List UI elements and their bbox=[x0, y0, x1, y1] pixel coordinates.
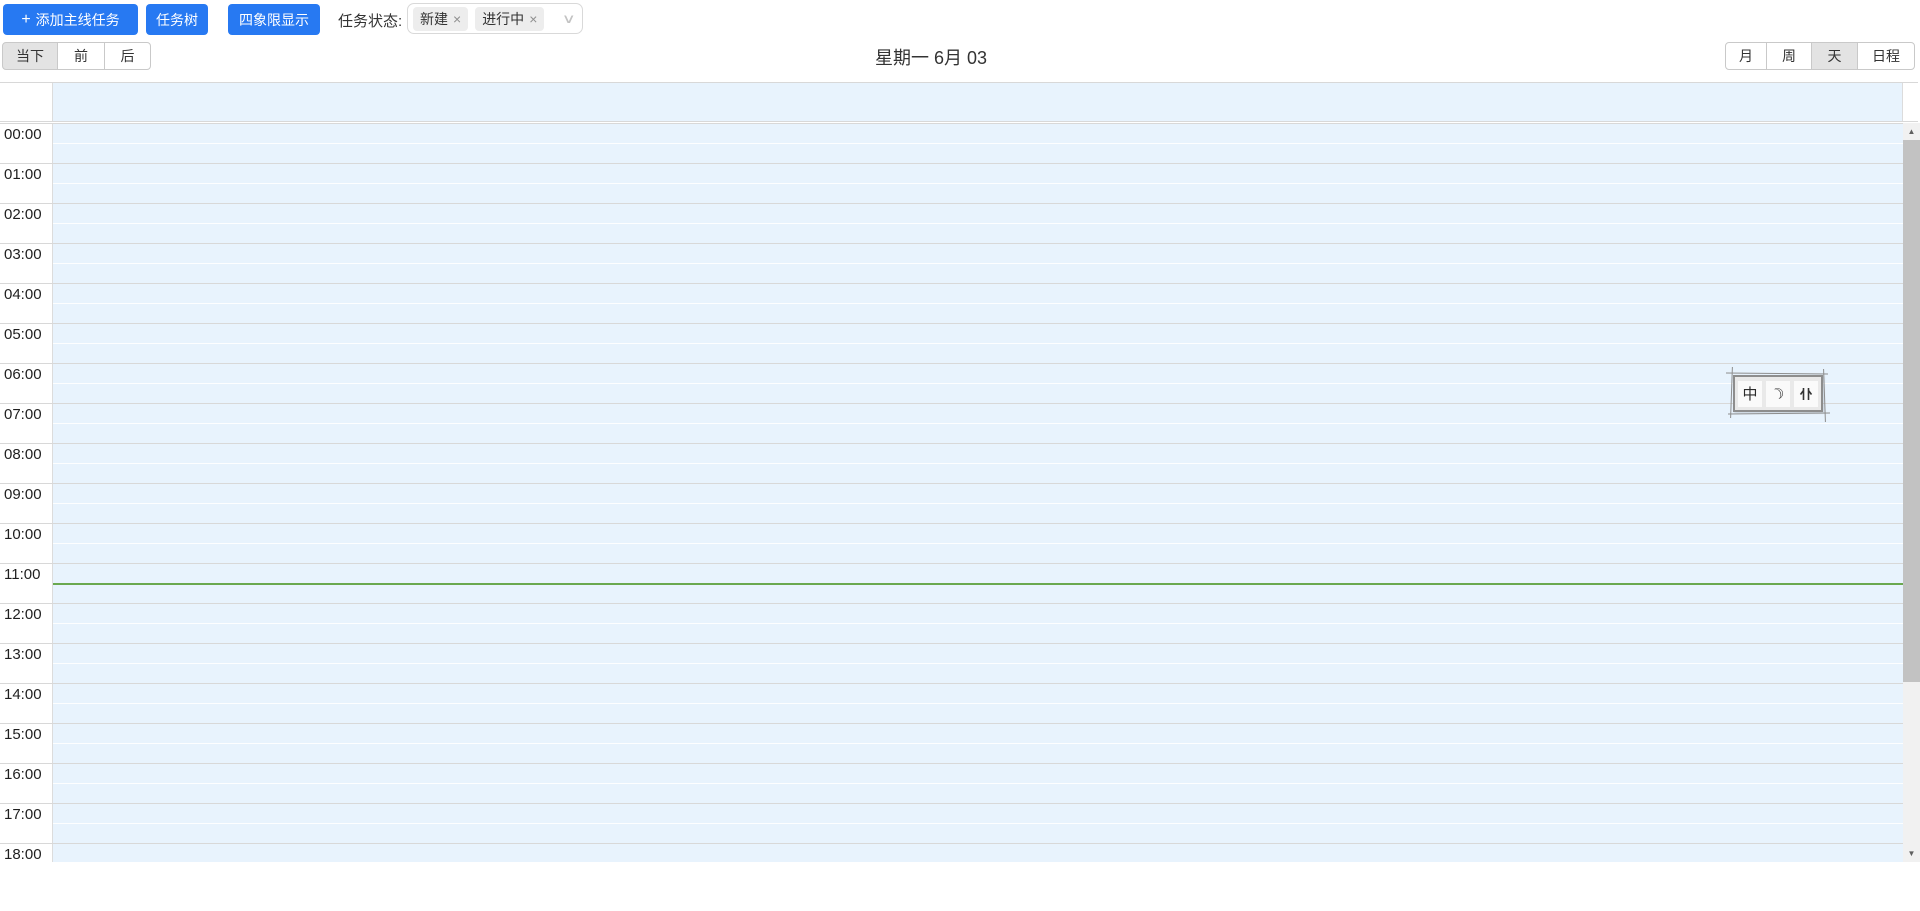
all-day-row bbox=[0, 82, 1918, 122]
time-slot-lane[interactable] bbox=[53, 364, 1903, 403]
time-slot-lane[interactable] bbox=[53, 164, 1903, 203]
vertical-scrollbar[interactable]: ▲ ▼ bbox=[1903, 123, 1920, 862]
today-button[interactable]: 当下 bbox=[2, 42, 58, 70]
ime-punctuation-toggle[interactable] bbox=[1794, 380, 1818, 407]
current-time-indicator bbox=[53, 583, 1903, 585]
time-slot-row: 05:00 bbox=[0, 323, 1903, 363]
time-slot-lane[interactable] bbox=[53, 204, 1903, 243]
time-grid: 00:00 01:00 02:00 03:00 04:00 05:00 06:0… bbox=[0, 123, 1903, 862]
close-icon[interactable]: × bbox=[453, 12, 461, 26]
view-month-button[interactable]: 月 bbox=[1725, 42, 1767, 70]
status-tag-inprogress-label: 进行中 bbox=[482, 10, 525, 27]
time-slot-lane[interactable] bbox=[53, 644, 1903, 683]
time-slot-row: 02:00 bbox=[0, 203, 1903, 243]
time-slot-lane[interactable] bbox=[53, 404, 1903, 443]
time-slot-lane[interactable] bbox=[53, 284, 1903, 323]
status-tag-new-label: 新建 bbox=[420, 10, 448, 27]
time-label: 05:00 bbox=[0, 324, 53, 363]
calendar-title: 星期一 6月 03 bbox=[874, 48, 988, 68]
time-label: 09:00 bbox=[0, 484, 53, 523]
ime-mode-label: 中 bbox=[1742, 386, 1758, 403]
time-label: 17:00 bbox=[0, 804, 53, 843]
time-label: 08:00 bbox=[0, 444, 53, 483]
time-slot-row: 00:00 bbox=[0, 123, 1903, 163]
time-slot-row: 04:00 bbox=[0, 283, 1903, 323]
time-label: 16:00 bbox=[0, 764, 53, 803]
time-label: 10:00 bbox=[0, 524, 53, 563]
status-tag-inprogress[interactable]: 进行中 × bbox=[475, 6, 545, 31]
time-slot-lane[interactable] bbox=[53, 684, 1903, 723]
ime-mode-toggle[interactable]: 中 bbox=[1738, 380, 1762, 407]
scrollbar-thumb[interactable] bbox=[1903, 140, 1920, 682]
quadrant-view-button[interactable]: 四象限显示 bbox=[228, 4, 320, 35]
time-label: 04:00 bbox=[0, 284, 53, 323]
view-week-button[interactable]: 周 bbox=[1766, 42, 1812, 70]
time-slot-row: 09:00 bbox=[0, 483, 1903, 523]
status-tag-new[interactable]: 新建 × bbox=[413, 6, 469, 31]
time-label: 13:00 bbox=[0, 644, 53, 683]
time-slot-row: 08:00 bbox=[0, 443, 1903, 483]
time-label: 01:00 bbox=[0, 164, 53, 203]
all-day-filler bbox=[1903, 83, 1918, 121]
time-slot-lane[interactable] bbox=[53, 324, 1903, 363]
time-slot-row: 18:00 bbox=[0, 843, 1903, 862]
scroll-down-icon[interactable]: ▼ bbox=[1903, 845, 1920, 862]
task-tree-label: 任务树 bbox=[156, 11, 198, 28]
time-label: 07:00 bbox=[0, 404, 53, 443]
time-label: 15:00 bbox=[0, 724, 53, 763]
task-tree-button[interactable]: 任务树 bbox=[146, 4, 208, 35]
time-label: 02:00 bbox=[0, 204, 53, 243]
date-nav-group: 当下 前 后 bbox=[2, 42, 151, 70]
time-label: 11:00 bbox=[0, 564, 53, 603]
time-slot-lane[interactable] bbox=[53, 484, 1903, 523]
time-slot-row: 03:00 bbox=[0, 243, 1903, 283]
time-slot-row: 01:00 bbox=[0, 163, 1903, 203]
time-label: 06:00 bbox=[0, 364, 53, 403]
time-slot-row: 07:00 bbox=[0, 403, 1903, 443]
all-day-gutter bbox=[0, 83, 53, 121]
time-label: 00:00 bbox=[0, 124, 53, 163]
time-slot-lane[interactable] bbox=[53, 444, 1903, 483]
scroll-up-icon[interactable]: ▲ bbox=[1903, 123, 1920, 140]
moon-icon: ☽ bbox=[1768, 383, 1788, 405]
plus-icon: + bbox=[21, 10, 31, 28]
chevron-down-icon[interactable]: ∨ bbox=[562, 11, 576, 27]
ime-toolbar[interactable]: 中 ☽ bbox=[1725, 366, 1831, 423]
time-slot-lane[interactable] bbox=[53, 724, 1903, 763]
all-day-lane[interactable] bbox=[53, 83, 1903, 121]
close-icon[interactable]: × bbox=[529, 12, 537, 26]
ime-halfwidth-toggle[interactable]: ☽ bbox=[1766, 380, 1790, 407]
next-button[interactable]: 后 bbox=[104, 42, 151, 70]
time-slot-lane[interactable] bbox=[53, 124, 1903, 163]
time-slot-row: 12:00 bbox=[0, 603, 1903, 643]
time-slot-row: 14:00 bbox=[0, 683, 1903, 723]
time-label: 03:00 bbox=[0, 244, 53, 283]
time-slot-row: 06:00 bbox=[0, 363, 1903, 403]
ime-punctuation-icon bbox=[1799, 387, 1813, 400]
view-day-button[interactable]: 天 bbox=[1811, 42, 1858, 70]
time-slot-lane[interactable] bbox=[53, 524, 1903, 563]
time-slot-row: 15:00 bbox=[0, 723, 1903, 763]
add-main-task-button[interactable]: + 添加主线任务 bbox=[3, 4, 138, 35]
time-slot-row: 10:00 bbox=[0, 523, 1903, 563]
time-slot-lane[interactable] bbox=[53, 804, 1903, 843]
time-slot-row: 13:00 bbox=[0, 643, 1903, 683]
time-label: 14:00 bbox=[0, 684, 53, 723]
add-main-task-label: 添加主线任务 bbox=[35, 11, 120, 28]
task-status-label: 任务状态: bbox=[338, 13, 403, 30]
time-slot-row: 16:00 bbox=[0, 763, 1903, 803]
time-label: 18:00 bbox=[0, 844, 53, 862]
quadrant-view-label: 四象限显示 bbox=[239, 11, 309, 28]
time-slot-lane[interactable] bbox=[53, 844, 1903, 862]
view-agenda-button[interactable]: 日程 bbox=[1857, 42, 1915, 70]
time-slot-row: 17:00 bbox=[0, 803, 1903, 843]
task-status-select[interactable]: 新建 × 进行中 × ∨ bbox=[407, 3, 583, 34]
time-slot-lane[interactable] bbox=[53, 764, 1903, 803]
ime-sketch-border bbox=[1725, 372, 1829, 375]
time-slot-lane[interactable] bbox=[53, 244, 1903, 283]
time-slot-lane[interactable] bbox=[53, 604, 1903, 643]
time-label: 12:00 bbox=[0, 604, 53, 643]
prev-button[interactable]: 前 bbox=[57, 42, 105, 70]
view-switch-group: 月 周 天 日程 bbox=[1725, 42, 1915, 70]
